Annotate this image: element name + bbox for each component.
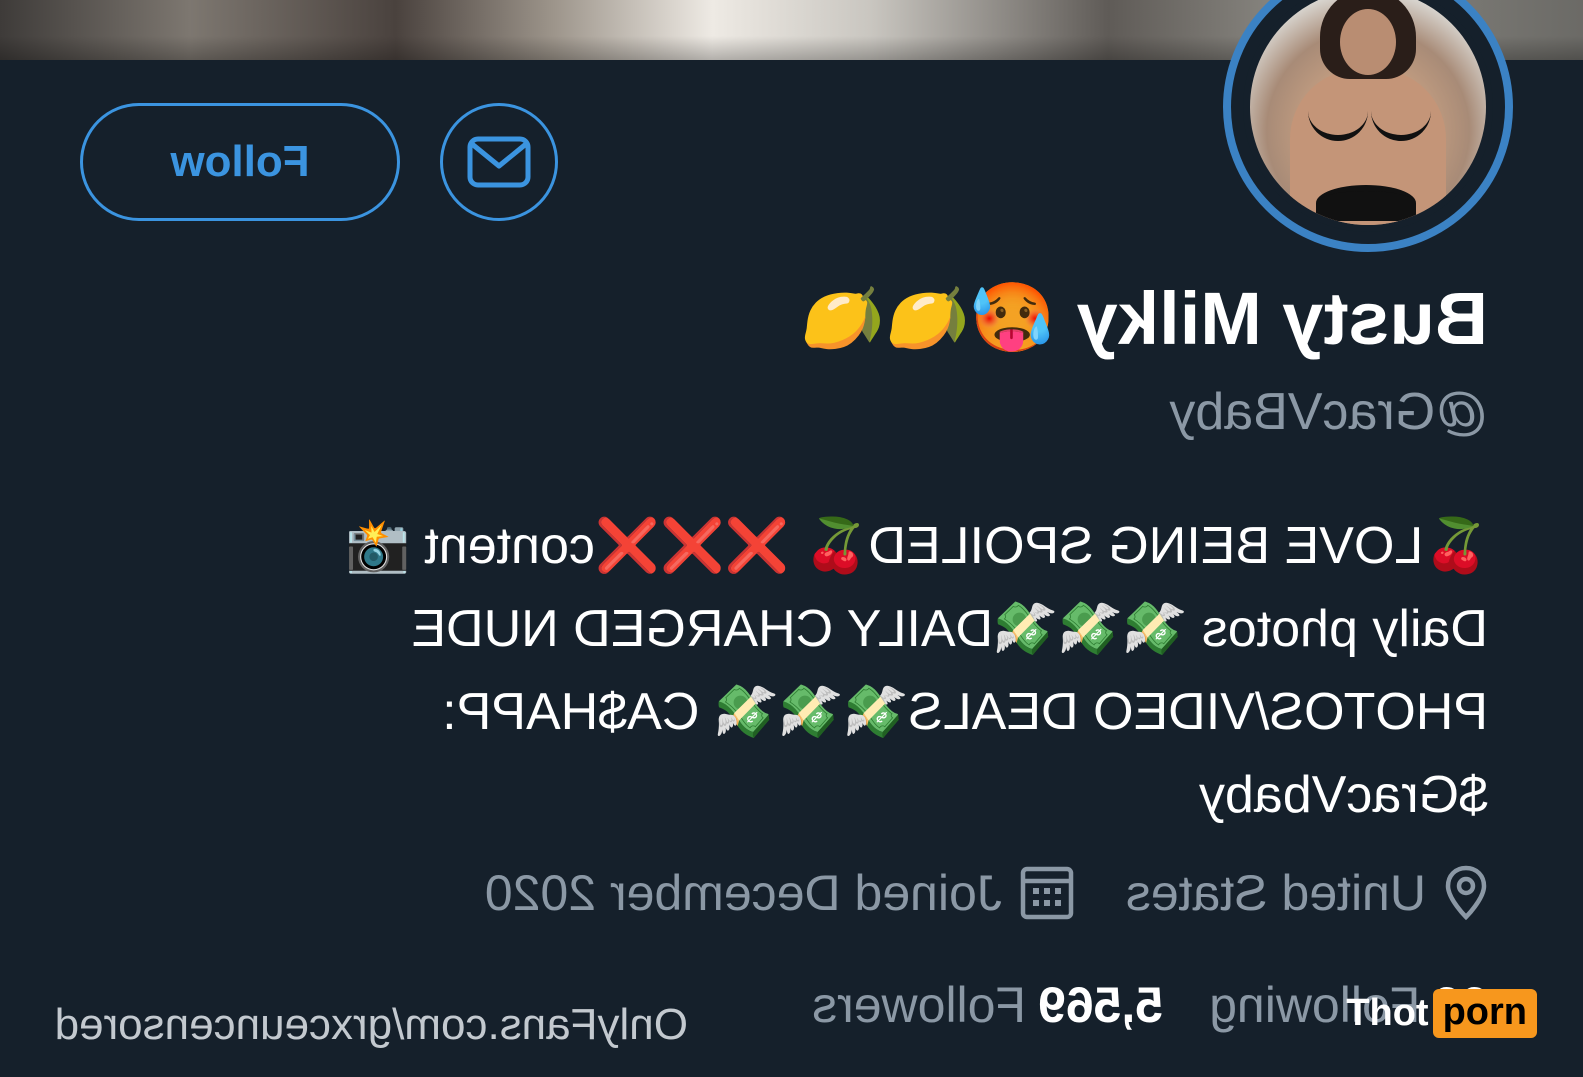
followers-stat[interactable]: 5,569 Followers bbox=[812, 976, 1163, 1034]
display-name: Busty Milky bbox=[1076, 276, 1488, 360]
location-item: United States bbox=[1126, 864, 1488, 922]
followers-count: 5,569 bbox=[1038, 977, 1164, 1033]
profile-meta: United States Joined December 2020 bbox=[433, 858, 1488, 928]
user-handle: @GracVBaby bbox=[1169, 383, 1488, 441]
location-text: United States bbox=[1125, 865, 1426, 921]
profile-screen: Follow Busty Milky 🥵🍋🍋 @GracVBaby 🍒LOVE … bbox=[0, 0, 1583, 1077]
profile-avatar[interactable] bbox=[1223, 0, 1513, 252]
followers-label: Followers bbox=[812, 977, 1027, 1033]
follow-button[interactable]: Follow bbox=[80, 103, 400, 221]
avatar-figure-face bbox=[1340, 9, 1396, 75]
envelope-icon bbox=[467, 136, 531, 188]
bio-line: $GracVbaby bbox=[1198, 766, 1488, 824]
site-watermark: Thot porn bbox=[1346, 987, 1537, 1039]
display-name-emoji: 🥵🍋🍋 bbox=[800, 280, 1055, 356]
message-button[interactable] bbox=[440, 103, 558, 221]
joined-text: Joined December 2020 bbox=[484, 865, 1002, 921]
profile-website-link[interactable]: OnlyFans.com/grxceuncensored bbox=[55, 1000, 688, 1050]
bio-line: Daily photos 💸💸💸DAILY CHARGED NUDE bbox=[411, 600, 1488, 658]
avatar-frame bbox=[1243, 0, 1493, 232]
watermark-left: Thot bbox=[1346, 991, 1429, 1034]
mirrored-profile: Follow Busty Milky 🥵🍋🍋 @GracVBaby 🍒LOVE … bbox=[0, 0, 1583, 1077]
watermark-right: porn bbox=[1432, 988, 1537, 1038]
bio-line: 🍒LOVE BEING SPOILED🍒 ❌❌❌content 📸 bbox=[345, 517, 1488, 575]
map-pin-icon bbox=[1445, 865, 1487, 921]
bio-line: PHOTOS/VIDEO DEALS💸💸💸 CA$HAPP: bbox=[442, 683, 1488, 741]
avatar-figure-garment-bottom bbox=[1316, 185, 1416, 221]
joined-item: Joined December 2020 bbox=[485, 864, 1074, 922]
follow-button-label: Follow bbox=[170, 137, 310, 186]
profile-bio: 🍒LOVE BEING SPOILED🍒 ❌❌❌content 📸 Daily … bbox=[123, 505, 1488, 837]
display-name-row: Busty Milky 🥵🍋🍋 bbox=[668, 268, 1488, 368]
avatar-photo bbox=[1250, 0, 1486, 225]
calendar-icon bbox=[1020, 866, 1074, 920]
